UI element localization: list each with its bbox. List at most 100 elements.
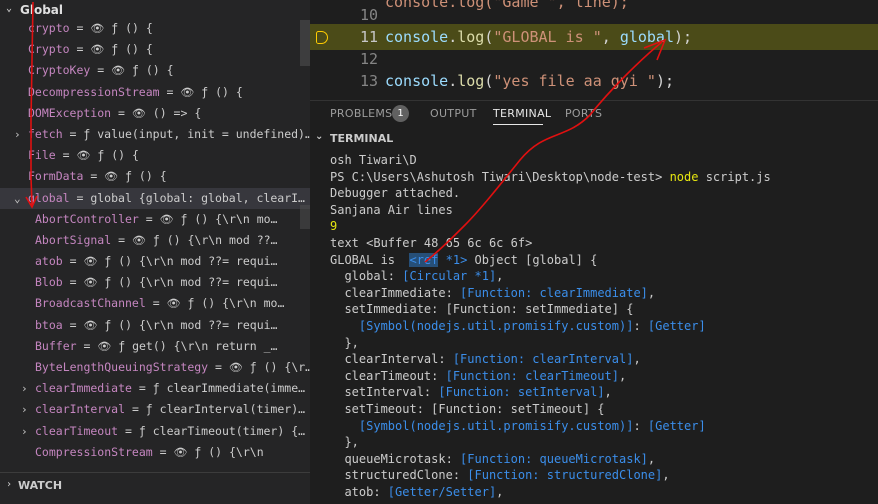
variable-name: Crypto (28, 42, 70, 57)
eye-icon[interactable]: 👁 (132, 107, 146, 120)
variable-row[interactable]: › clearInterval = ƒ clearInterval(timer)… (0, 399, 310, 420)
terminal-text: [Getter/Setter] (387, 484, 497, 499)
problems-count-badge: 1 (392, 105, 409, 122)
variable-row[interactable]: › clearImmediate = ƒ clearImmediate(imme… (0, 378, 310, 399)
terminal-text: }, (330, 335, 359, 350)
variable-row[interactable]: › clearTimeout = ƒ clearTimeout(timer) {… (0, 421, 310, 442)
terminal-text: clearImmediate: (330, 285, 461, 300)
eye-icon[interactable]: 👁 (160, 213, 174, 226)
variable-row[interactable]: AbortSignal = 👁 ƒ () {\r\n mod ??… (0, 230, 310, 251)
chevron-right-icon[interactable]: › (21, 399, 28, 420)
terminal-text: clearInterval: (330, 352, 453, 367)
chevron-right-icon[interactable]: › (14, 124, 21, 145)
terminal-text: , (618, 368, 627, 383)
variable-equals: = (55, 148, 77, 163)
code-editor[interactable]: 10 console.log("Game ", line); 11 console.l… (310, 0, 878, 100)
eye-icon[interactable]: 👁 (83, 319, 97, 332)
eye-icon[interactable]: 👁 (97, 340, 111, 353)
terminal-text: PS C:\Users\Ashutosh Tiwari\Desktop\node… (330, 169, 670, 184)
variable-content: Blob = 👁 ƒ () {\r\n mod ??= requi… (35, 272, 277, 293)
variable-row[interactable]: ByteLengthQueuingStrategy = 👁 ƒ () {\r… (0, 357, 310, 378)
code-token: . (448, 72, 458, 90)
variable-equals: = (138, 211, 160, 226)
variable-value: ƒ () {\r\n mod ??= requi… (104, 275, 278, 290)
scrollbar-thumb[interactable] (300, 20, 310, 66)
eye-icon[interactable]: 👁 (180, 86, 194, 99)
eye-icon[interactable]: 👁 (111, 64, 125, 77)
variable-equals: = (111, 232, 132, 247)
global-scope-header[interactable]: ⌄ Global (0, 0, 310, 20)
terminal-text: [Function: queueMicrotask] (460, 451, 648, 466)
line-code: console.log("Game ", line); (385, 0, 629, 15)
variable-row[interactable]: File = 👁 ƒ () { (0, 145, 310, 166)
chevron-down-icon[interactable]: ⌄ (14, 188, 21, 209)
chevron-right-icon[interactable]: › (21, 421, 28, 442)
variable-value: ƒ () {\r… (249, 360, 310, 374)
terminal-text: [Circular *1] (402, 269, 497, 284)
variable-row[interactable]: BroadcastChannel = 👁 ƒ () {\r\n mo… (0, 293, 310, 314)
variable-row[interactable]: Buffer = 👁 ƒ get() {\r\n return _… (0, 336, 310, 357)
eye-icon[interactable]: 👁 (167, 297, 181, 310)
variable-value: ƒ () { (111, 21, 153, 35)
variable-equals: = (159, 84, 181, 99)
eye-icon[interactable]: 👁 (83, 276, 97, 289)
variable-row[interactable]: FormData = 👁 ƒ () { (0, 166, 310, 187)
chevron-right-icon[interactable]: › (21, 378, 28, 399)
watch-section-header[interactable]: › WATCH (0, 472, 310, 504)
variable-equals: = (69, 190, 91, 205)
variable-row[interactable]: CryptoKey = 👁 ƒ () { (0, 60, 310, 81)
variable-equals: = (83, 169, 105, 184)
eye-icon[interactable]: 👁 (229, 361, 243, 374)
variable-name: Blob (35, 275, 63, 290)
terminal-text: [Function: clearInterval] (452, 352, 634, 367)
variable-content: File = 👁 ƒ () { (28, 145, 139, 166)
eye-icon[interactable]: 👁 (90, 22, 104, 35)
terminal-output[interactable]: osh Tiwari\D PS C:\Users\Ashutosh Tiwari\… (330, 152, 878, 500)
breakpoint-indicator-icon[interactable] (316, 31, 328, 44)
variable-row[interactable]: Crypto = 👁 ƒ () { (0, 39, 310, 60)
terminal-text: [Function: clearImmediate] (460, 285, 648, 300)
eye-icon[interactable]: 👁 (76, 149, 90, 162)
tab-problems[interactable]: PROBLEMS (330, 107, 392, 120)
editor-line[interactable]: 13 console.log("yes file aa gyi "); (310, 68, 878, 94)
eye-icon[interactable]: 👁 (90, 43, 104, 56)
variable-row[interactable]: crypto = 👁 ƒ () { (0, 18, 310, 39)
eye-icon[interactable]: 👁 (83, 255, 97, 268)
tab-output[interactable]: OUTPUT (430, 107, 477, 120)
scrollbar-thumb-secondary[interactable] (300, 205, 310, 229)
terminal-text: , (647, 451, 656, 466)
eye-icon[interactable]: 👁 (104, 170, 118, 183)
terminal-section-header[interactable]: ⌄ TERMINAL (310, 126, 878, 150)
variable-value: ƒ value(input, init = undefined)… (83, 126, 310, 141)
variable-name: ByteLengthQueuingStrategy (35, 360, 209, 374)
variable-equals: = (62, 275, 84, 290)
variable-row[interactable]: DOMException = 👁 () => { (0, 103, 310, 124)
variable-name: crypto (28, 21, 70, 35)
variable-row[interactable]: ⌄ global = global {global: global, clearI… (0, 187, 310, 209)
code-token: console (385, 72, 449, 90)
code-token: console (385, 28, 449, 46)
terminal-line: clearInterval: [Function: clearInterval]… (330, 351, 878, 368)
variable-row[interactable]: btoa = 👁 ƒ () {\r\n mod ??= requi… (0, 315, 310, 336)
code-token: global (619, 28, 674, 46)
variable-row[interactable]: CompressionStream = 👁 ƒ () {\r\n (0, 442, 310, 463)
terminal-line: }, (330, 335, 878, 352)
variable-name: clearInterval (35, 402, 126, 417)
tab-ports[interactable]: PORTS (565, 107, 602, 120)
variable-row[interactable]: Blob = 👁 ƒ () {\r\n mod ??= requi… (0, 272, 310, 293)
terminal-line: setImmediate: [Function: setImmediate] { (330, 301, 878, 318)
variable-row[interactable]: › fetch = ƒ value(input, init = undefined… (0, 124, 310, 145)
eye-icon[interactable]: 👁 (173, 446, 187, 459)
terminal-text: script.js (698, 169, 771, 184)
eye-icon[interactable]: 👁 (132, 234, 146, 247)
terminal-text: [Symbol(nodejs.util.promisify.custom)] (358, 418, 634, 433)
variable-row[interactable]: atob = 👁 ƒ () {\r\n mod ??= requi… (0, 251, 310, 272)
code-token: log (457, 72, 485, 90)
variable-row[interactable]: AbortController = 👁 ƒ () {\r\n mo… (0, 209, 310, 230)
variable-name: AbortSignal (35, 232, 112, 247)
variable-name: AbortController (35, 211, 139, 226)
variable-row[interactable]: DecompressionStream = 👁 ƒ () { (0, 82, 310, 103)
variable-equals: = (145, 296, 167, 311)
terminal-text: , (633, 352, 641, 367)
tab-terminal[interactable]: TERMINAL (493, 107, 551, 120)
